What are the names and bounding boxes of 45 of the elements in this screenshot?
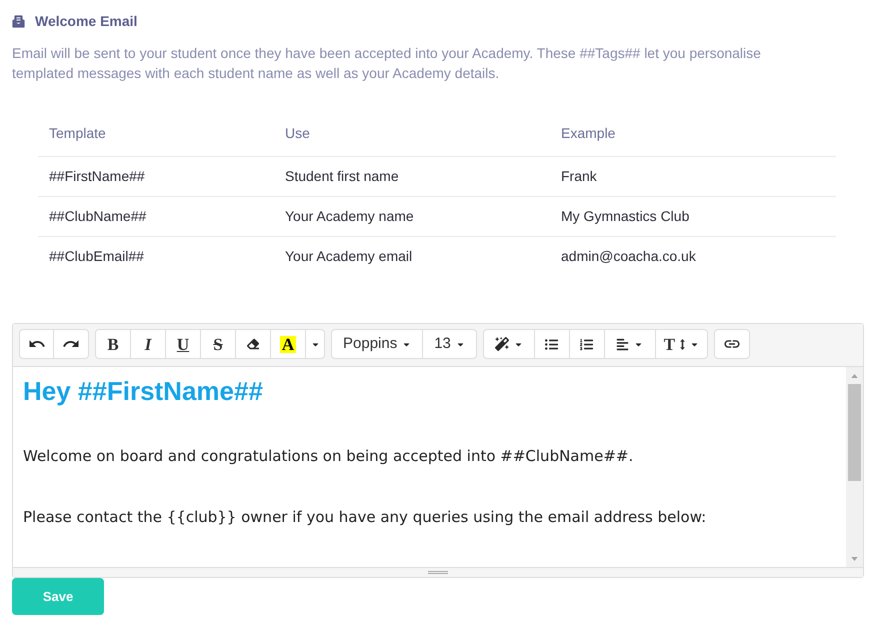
bullet-list-icon <box>545 338 558 350</box>
column-header: Template <box>49 124 106 143</box>
table-cell-text: Your Academy email <box>285 247 412 266</box>
section-title: Welcome Email <box>35 12 138 30</box>
underline-button[interactable]: U <box>165 329 201 359</box>
dropdown-select[interactable]: Poppins <box>331 329 424 359</box>
dropdown-select[interactable]: 13 <box>422 329 477 359</box>
table-cell-text: ##ClubEmail## <box>49 247 144 266</box>
line-height-button[interactable]: T <box>654 329 708 359</box>
redo-button[interactable] <box>53 329 89 359</box>
magic-wand-icon <box>494 337 509 351</box>
undo-button[interactable] <box>19 329 54 359</box>
scrollbar-thumb[interactable] <box>848 384 861 481</box>
highlight-color-button[interactable]: A <box>270 329 306 359</box>
section-description: Email will be sent to your student once they have been accepted into your Academy. These ##Tags## let you personalise templated messages with each student name as well as your Academy details. <box>12 44 762 83</box>
rich-text-field[interactable]: Hey ##FirstName## Welcome on board and congratulations on being accepted into ##ClubName##. Please contact the {{club}} owner if you have any queries using the email address below: <box>13 367 846 567</box>
strikethrough-button[interactable]: S <box>200 329 236 359</box>
clear-format-button[interactable] <box>235 329 271 359</box>
numbered-list-button[interactable] <box>568 329 605 359</box>
email-paragraph: Welcome on board and congratulations on being accepted into ##ClubName##. <box>23 446 634 467</box>
grip-icon[interactable] <box>428 570 448 575</box>
numbered-list-icon <box>580 338 594 350</box>
link-button[interactable] <box>714 329 750 359</box>
email-heading: Hey ##FirstName## <box>23 376 263 406</box>
align-left-icon <box>616 338 630 350</box>
email-paragraph: Please contact the {{club}} owner if you have any queries using the email address below: <box>23 507 706 528</box>
column-header: Use <box>285 124 310 142</box>
envelope-icon <box>12 14 25 28</box>
scrollbar[interactable] <box>846 367 863 567</box>
table-cell-text: ##ClubName## <box>49 207 146 226</box>
column-header: Example <box>561 124 616 143</box>
table-cell-text: Your Academy name <box>285 207 414 226</box>
table-cell-text: Frank <box>561 167 597 186</box>
bullet-list-button[interactable] <box>534 329 570 359</box>
eraser-icon <box>247 338 259 350</box>
table-cell-text: ##FirstName## <box>49 167 145 186</box>
table-cell-text: Student first name <box>285 167 399 186</box>
color-dropdown-button[interactable] <box>305 329 325 359</box>
bold-button[interactable]: B <box>95 329 131 359</box>
align-button[interactable] <box>604 329 656 359</box>
table-cell-text: admin@coacha.co.uk <box>561 247 696 266</box>
style-button[interactable] <box>482 329 535 359</box>
italic-button[interactable]: I <box>130 329 166 359</box>
table-cell-text: My Gymnastics Club <box>561 207 690 226</box>
up-down-arrow-icon <box>680 338 686 350</box>
